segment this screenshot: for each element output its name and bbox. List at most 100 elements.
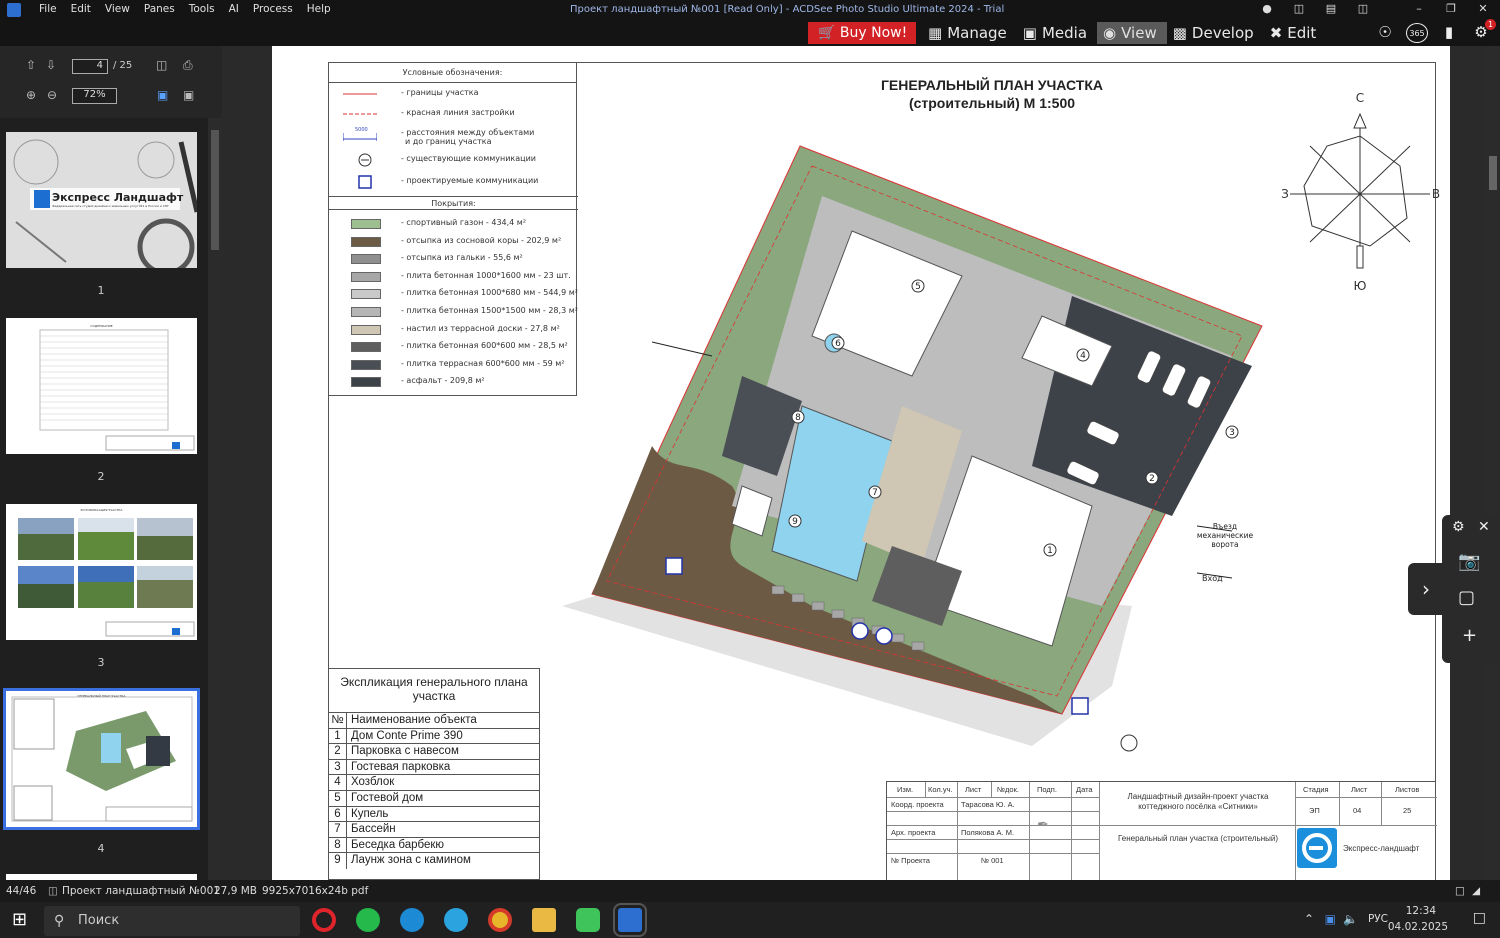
thumbnail-page-3[interactable]: ФОТОФИКСАЦИЯ УЧАСТКА — [6, 504, 197, 640]
badge-365-icon[interactable]: 365 — [1406, 23, 1428, 43]
entry-car-label: Въезд механические ворота — [1196, 522, 1254, 549]
buy-now-button[interactable]: 🛒 Buy Now! — [808, 22, 916, 44]
dashboard-icon[interactable]: ☉ — [1374, 23, 1396, 43]
thumbnail-4-caption: ГЕНЕРАЛЬНЫЙ ПЛАН УЧАСТКА — [77, 694, 126, 698]
plan-label-7: 7 — [872, 488, 878, 498]
taskbar-search[interactable]: ⚲ Поиск — [44, 906, 300, 936]
menu-help[interactable]: Help — [300, 3, 338, 15]
full-screen-icon[interactable]: ◢ — [1472, 885, 1480, 897]
eye-icon: ◉ — [1103, 24, 1117, 42]
print-icon[interactable]: ⎙ — [183, 58, 193, 73]
coverage-header: Покрытия: — [329, 196, 578, 210]
plan-label-9: 9 — [792, 517, 798, 527]
menu-panes[interactable]: Panes — [137, 3, 182, 15]
first-page-icon[interactable]: ⇧ — [26, 58, 36, 72]
open-folder-icon[interactable]: ◫ — [156, 58, 167, 72]
chevron-right-icon[interactable]: › — [1408, 563, 1444, 615]
viewer-scrollbar[interactable] — [1486, 46, 1500, 880]
stamp-h-ndok: №док. — [997, 785, 1019, 794]
panel-right-icon[interactable]: ◫ — [1354, 2, 1372, 15]
minimize-icon[interactable]: – — [1410, 2, 1428, 15]
zoom-in-icon[interactable]: ⊕ — [26, 88, 36, 102]
app-icon — [7, 3, 21, 17]
mode-manage[interactable]: ▦ Manage — [922, 22, 1017, 44]
actual-size-icon[interactable]: ▣ — [183, 88, 194, 102]
clock-date[interactable]: 04.02.2025 — [1388, 921, 1448, 933]
boundary-line-icon — [343, 93, 377, 95]
thumbnail-scrollbar[interactable] — [208, 118, 222, 880]
left-panel: ⇧ ⇩ 4 / 25 ◫ ⎙ ⊕ ⊖ 72% ▣ ▣ Экспресс Ланд… — [0, 46, 222, 884]
mode-media[interactable]: ▣ Media — [1017, 22, 1097, 44]
restore-icon[interactable]: ❐ — [1442, 2, 1460, 15]
acdsee-app-icon[interactable] — [613, 903, 647, 937]
gear-icon[interactable]: ⚙ — [1452, 519, 1465, 535]
telegram-icon[interactable] — [444, 908, 468, 932]
status-index: 44/46 — [6, 885, 37, 897]
chevron-up-icon[interactable]: ⌃ — [1304, 912, 1314, 926]
coverage-row: - настил из террасной доски - 27,8 м² — [329, 321, 578, 339]
compass-east: В — [1432, 187, 1440, 201]
close-icon[interactable]: ✕ — [1474, 2, 1492, 15]
file-explorer-icon[interactable] — [532, 908, 556, 932]
stats-icon[interactable]: ▮ — [1438, 23, 1460, 43]
volume-icon[interactable]: 🔈 — [1343, 912, 1358, 926]
layout-icon[interactable]: □ — [1455, 885, 1465, 897]
menu-view[interactable]: View — [98, 3, 137, 15]
thumbnail-page-4[interactable]: ГЕНЕРАЛЬНЫЙ ПЛАН УЧАСТКА — [3, 688, 200, 830]
thumbnail-3-caption: ФОТОФИКСАЦИЯ УЧАСТКА — [80, 508, 123, 512]
panel-bottom-icon[interactable]: ▤ — [1322, 2, 1340, 15]
screen-capture-app-icon[interactable] — [576, 908, 600, 932]
windows-start-icon[interactable]: ⊞ — [12, 909, 27, 930]
mode-edit[interactable]: ✖ Edit — [1264, 22, 1327, 44]
planned-utility-icon — [358, 175, 372, 189]
edge-icon[interactable] — [400, 908, 424, 932]
camera-icon[interactable]: 📷 — [1458, 551, 1480, 572]
clock-time[interactable]: 12:34 — [1406, 905, 1436, 917]
zoom-out-icon[interactable]: ⊖ — [47, 88, 57, 102]
thumbnail-4-image — [11, 696, 193, 822]
language-indicator[interactable]: РУС — [1368, 913, 1388, 925]
whatsapp-icon[interactable] — [356, 908, 380, 932]
menu-tools[interactable]: Tools — [182, 3, 222, 15]
plus-icon[interactable]: + — [1462, 625, 1477, 646]
mode-view[interactable]: ◉ View — [1097, 22, 1167, 44]
page-number-input[interactable]: 4 — [72, 59, 108, 74]
zoom-level-input[interactable]: 72% — [72, 88, 117, 104]
close-icon[interactable]: ✕ — [1478, 519, 1490, 535]
coverage-swatch — [351, 236, 381, 247]
menu-ai[interactable]: AI — [222, 3, 246, 15]
menu-file[interactable]: File — [32, 3, 64, 15]
menu-edit[interactable]: Edit — [64, 3, 98, 15]
mode-develop[interactable]: ▩ Develop — [1167, 22, 1264, 44]
next-page-icon[interactable]: ⇩ — [46, 58, 56, 72]
opera-icon[interactable] — [312, 908, 336, 932]
thumbnail-page-1[interactable]: Экспресс Ландшафт Федеральная сеть студи… — [6, 132, 200, 276]
notifications-icon[interactable]: ⚙ 1 — [1470, 19, 1496, 43]
panel-left-icon[interactable]: ◫ — [1290, 2, 1308, 15]
thumbnail-2-image — [39, 329, 195, 451]
legend-row-boundary: - границы участка — [329, 85, 578, 103]
coverage-swatch — [351, 324, 381, 335]
stamp-org: Экспресс-ландшафт — [1343, 844, 1420, 853]
video-camera-icon[interactable]: ▢ — [1458, 587, 1475, 608]
status-dimensions: 9925x7016x24b pdf — [262, 885, 369, 897]
coverage-row: - спортивный газон - 434,4 м² — [329, 215, 578, 233]
acdsee-tray-icon[interactable]: ▣ — [1325, 912, 1336, 926]
chrome-icon[interactable] — [488, 908, 512, 932]
legend-row-red-line: - красная линия застройки — [329, 105, 578, 123]
menu-process[interactable]: Process — [246, 3, 300, 15]
explication-table: Экспликация генерального плана участка №… — [328, 668, 540, 880]
develop-icon: ▩ — [1172, 24, 1187, 42]
stamp-h-list: Лист — [965, 785, 982, 794]
plan-label-3: 3 — [1229, 428, 1235, 438]
thumbnail-number-4: 4 — [97, 842, 105, 855]
user-icon[interactable]: ● — [1258, 2, 1276, 15]
notification-center-icon[interactable]: □ — [1473, 910, 1486, 926]
thumbnail-page-2[interactable]: СОДЕРЖАНИЕ — [6, 318, 197, 454]
mode-bar: 🛒 Buy Now! ▦ Manage ▣ Media ◉ View ▩ Develop… — [0, 19, 1500, 46]
fit-page-icon[interactable]: ▣ — [157, 88, 168, 102]
legend-row-existing-utilities: - существующие коммуникации — [329, 151, 578, 169]
entry-label: Вход — [1202, 574, 1223, 583]
table-row: 7 Бассейн — [329, 822, 539, 838]
coverage-row: - асфальт - 209,8 м² — [329, 373, 578, 391]
